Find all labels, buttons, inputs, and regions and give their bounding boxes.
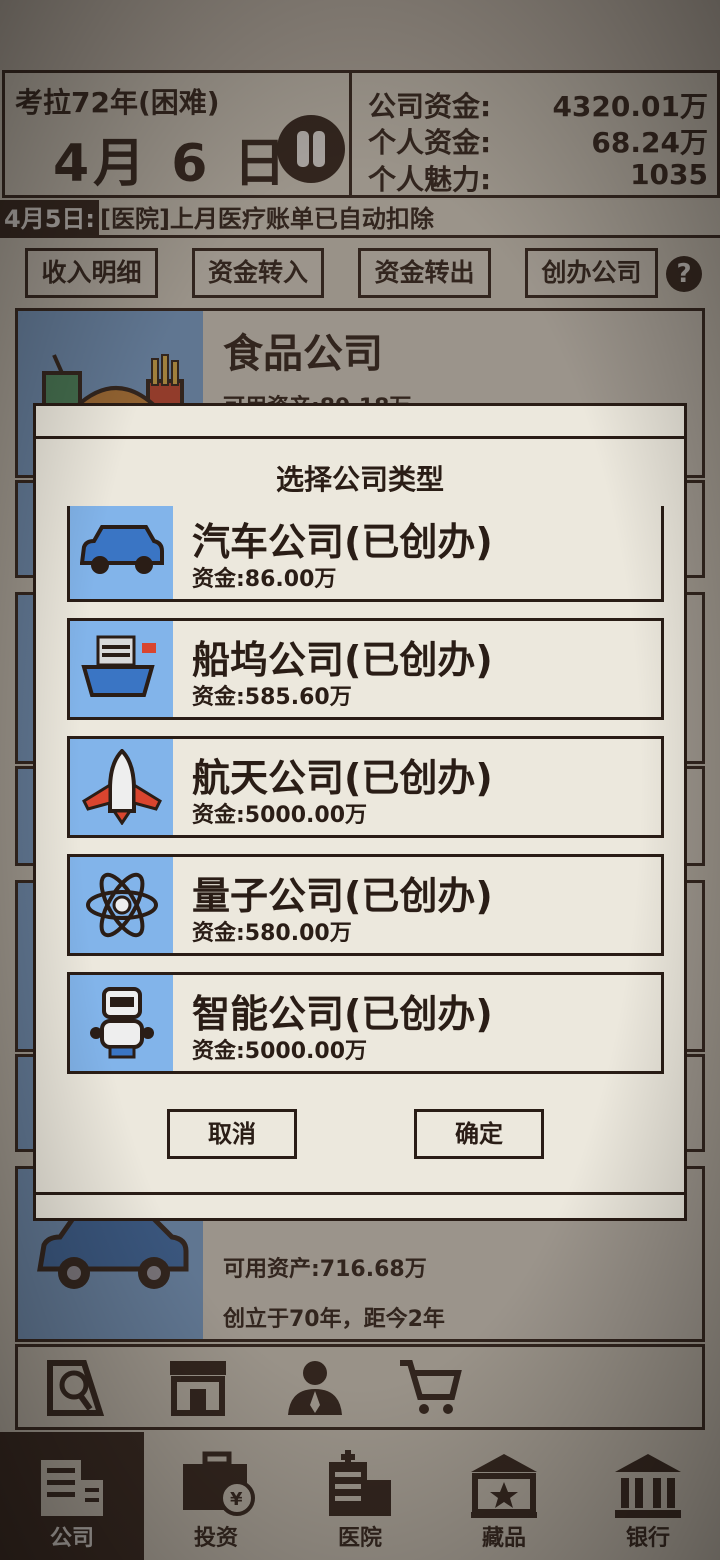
option-shipyard-company[interactable]: 船坞公司(已创办) 资金:585.60万	[67, 618, 664, 720]
option-fund: 资金:86.00万	[192, 567, 337, 592]
option-icon-bg	[70, 621, 173, 717]
option-icon-bg	[70, 506, 173, 599]
choose-company-type-dialog: 选择公司类型 汽车公司(已创办) 资金:86.00万 船坞公司(已创办) 资金:…	[33, 403, 687, 1221]
option-fund: 资金:5000.00万	[192, 803, 368, 828]
atom-icon	[86, 872, 158, 938]
option-fund: 资金:580.00万	[192, 921, 352, 946]
dialog-divider	[36, 436, 684, 439]
dialog-title: 选择公司类型	[275, 463, 444, 496]
option-quantum-company[interactable]: 量子公司(已创办) 资金:580.00万	[67, 854, 664, 956]
car-icon	[80, 525, 164, 574]
confirm-button[interactable]: 确定	[414, 1109, 544, 1159]
option-name: 量子公司(已创办)	[192, 874, 493, 918]
option-name: 智能公司(已创办)	[192, 992, 493, 1036]
ship-icon	[81, 635, 156, 697]
option-ai-company[interactable]: 智能公司(已创办) 资金:5000.00万	[67, 972, 664, 1074]
option-name: 船坞公司(已创办)	[192, 638, 493, 682]
option-icon-bg	[70, 975, 173, 1071]
option-icon-bg	[70, 739, 173, 835]
option-auto-company[interactable]: 汽车公司(已创办) 资金:86.00万	[67, 506, 664, 602]
option-aerospace-company[interactable]: 航天公司(已创办) 资金:5000.00万	[67, 736, 664, 838]
robot-icon	[90, 987, 154, 1059]
option-fund: 资金:585.60万	[192, 685, 352, 710]
option-name: 汽车公司(已创办)	[192, 520, 493, 564]
option-icon-bg	[70, 857, 173, 953]
dialog-divider	[36, 1192, 684, 1195]
game-screen: 考拉72年(困难) 4月 6 日 公司资金: 4320.01万 个人资金: 68…	[0, 0, 720, 1560]
option-fund: 资金:5000.00万	[192, 1039, 368, 1064]
option-name: 航天公司(已创办)	[192, 756, 493, 800]
company-type-list[interactable]: 汽车公司(已创办) 资金:86.00万 船坞公司(已创办) 资金:585.60万	[36, 506, 684, 1091]
rocket-icon	[82, 749, 162, 825]
cancel-button[interactable]: 取消	[167, 1109, 297, 1159]
